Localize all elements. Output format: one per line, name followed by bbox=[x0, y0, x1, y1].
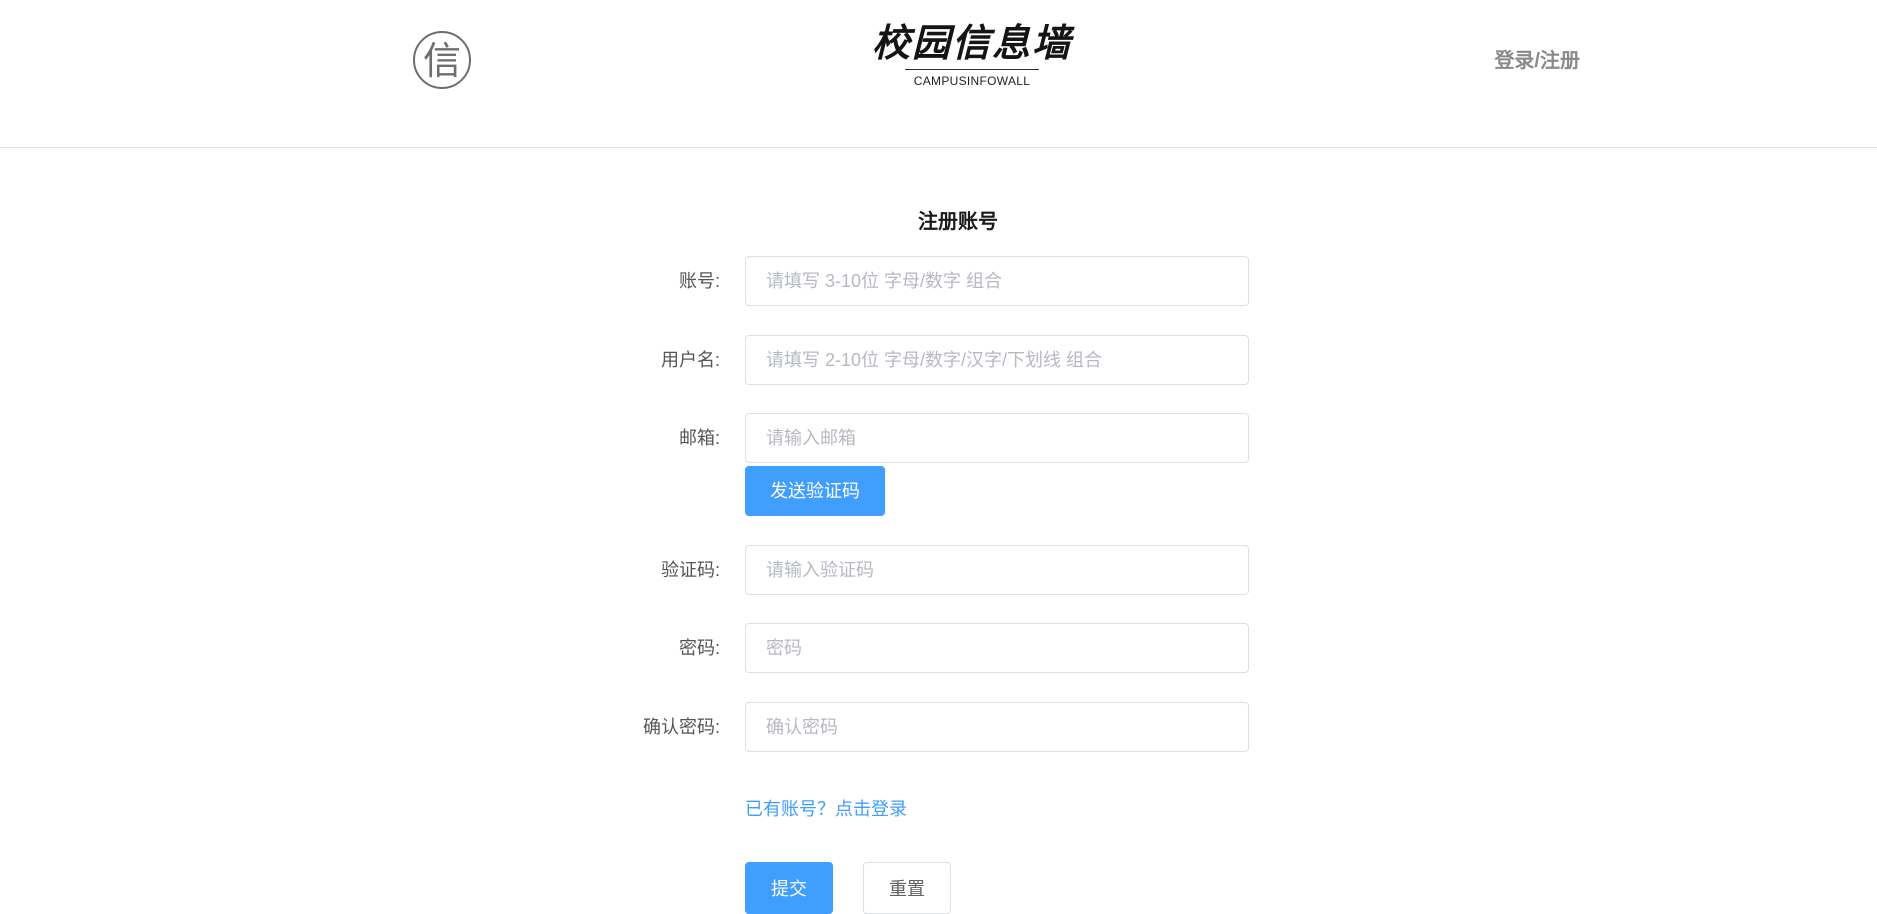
form-row-username: 用户名: bbox=[580, 335, 1250, 385]
form-row-password: 密码: bbox=[580, 623, 1250, 673]
logo-title: 校园信息墙 bbox=[871, 20, 1072, 65]
verify-code-label: 验证码: bbox=[660, 560, 720, 580]
seal-character: 信 bbox=[422, 39, 461, 83]
form-title: 注册账号 bbox=[918, 211, 998, 233]
account-input[interactable] bbox=[745, 256, 1249, 306]
form-row-verify-code: 验证码: bbox=[580, 545, 1250, 595]
logo-subtitle: CAMPUSINFOWALL bbox=[913, 74, 1031, 88]
site-seal-icon[interactable]: 信 bbox=[413, 31, 471, 89]
site-header: 信 校园信息墙 CAMPUSINFOWALL 登录/注册 bbox=[0, 0, 1877, 148]
login-register-link[interactable]: 登录/注册 bbox=[1440, 44, 1580, 73]
username-input[interactable] bbox=[745, 335, 1249, 385]
reset-button[interactable]: 重置 bbox=[863, 862, 951, 914]
submit-button-label: 提交 bbox=[771, 879, 807, 899]
form-row-confirm-password: 确认密码: bbox=[580, 702, 1250, 752]
password-label: 密码: bbox=[678, 638, 720, 658]
email-input[interactable] bbox=[745, 413, 1249, 463]
send-code-button[interactable]: 发送验证码 bbox=[745, 466, 885, 516]
email-label: 邮箱: bbox=[678, 428, 720, 448]
reset-button-label: 重置 bbox=[889, 879, 925, 899]
password-input[interactable] bbox=[745, 623, 1249, 673]
submit-button[interactable]: 提交 bbox=[745, 862, 833, 914]
go-to-login-link[interactable]: 已有账号？点击登录 bbox=[745, 795, 907, 821]
username-label: 用户名: bbox=[660, 350, 720, 370]
logo-divider bbox=[905, 69, 1039, 70]
site-logo[interactable]: 校园信息墙 CAMPUSINFOWALL bbox=[862, 18, 1082, 88]
verify-code-input[interactable] bbox=[745, 545, 1249, 595]
form-row-email: 邮箱: bbox=[580, 413, 1250, 463]
account-label: 账号: bbox=[678, 271, 720, 291]
confirm-password-input[interactable] bbox=[745, 702, 1249, 752]
confirm-password-label: 确认密码: bbox=[642, 717, 720, 737]
form-row-account: 账号: bbox=[580, 256, 1250, 306]
